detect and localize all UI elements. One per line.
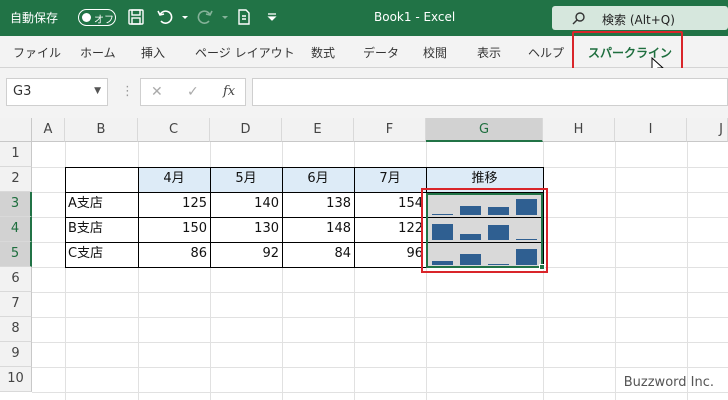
column-header-b[interactable]: B: [65, 118, 138, 142]
redo-icon[interactable]: [196, 8, 214, 26]
column-header-d[interactable]: D: [210, 118, 282, 142]
name-box-dropdown-icon[interactable]: ▼: [94, 86, 101, 96]
table-border: [65, 167, 543, 168]
tab-insert[interactable]: 挿入: [141, 44, 165, 61]
sparkline-highlight: [421, 188, 548, 273]
tab-file[interactable]: ファイル: [13, 44, 61, 61]
name-box-value: G3: [13, 84, 32, 99]
tab-home[interactable]: ホーム: [80, 44, 116, 61]
column-header-i[interactable]: I: [615, 118, 687, 142]
table-row-label[interactable]: A支店: [65, 192, 138, 217]
undo-dropdown-icon[interactable]: [176, 8, 188, 26]
table-border: [65, 167, 66, 268]
form-icon[interactable]: [235, 8, 253, 26]
formula-input[interactable]: [252, 78, 728, 106]
gridline: [32, 392, 728, 393]
customize-icon[interactable]: [263, 8, 277, 26]
table-cell[interactable]: 154: [354, 192, 426, 217]
table-header-may[interactable]: 5月: [210, 167, 282, 192]
formula-buttons: ✕ ✓ fx: [140, 78, 246, 106]
row-header-2[interactable]: 2: [0, 167, 32, 192]
table-row-label[interactable]: C支店: [65, 242, 138, 267]
redo-dropdown-icon[interactable]: [216, 8, 228, 26]
gridline: [615, 142, 616, 400]
cancel-icon[interactable]: ✕: [151, 84, 163, 100]
column-header-f[interactable]: F: [354, 118, 426, 142]
table-cell[interactable]: 92: [210, 242, 282, 267]
table-border: [354, 167, 355, 268]
row-header-5[interactable]: 5: [0, 242, 32, 267]
document-title: Book1 - Excel: [374, 10, 456, 24]
search-box[interactable]: 検索 (Alt+Q): [552, 6, 728, 30]
table-cell[interactable]: 86: [138, 242, 210, 267]
row-header-7[interactable]: 7: [0, 292, 32, 317]
insert-function-icon[interactable]: fx: [223, 84, 235, 99]
row-header-6[interactable]: 6: [0, 267, 32, 292]
column-header-g[interactable]: G: [426, 118, 543, 142]
row-header-10[interactable]: 10: [0, 367, 32, 392]
table-border: [282, 167, 283, 268]
autosave-label: 自動保存: [10, 11, 59, 25]
autosave-toggle-state: オフ: [94, 15, 114, 26]
table-header-jul[interactable]: 7月: [354, 167, 426, 192]
table-cell[interactable]: 150: [138, 217, 210, 242]
name-box[interactable]: G3 ▼: [6, 78, 108, 106]
formula-bar: G3 ▼ ⋮ ✕ ✓ fx: [0, 68, 728, 118]
tab-page-layout[interactable]: ページ レイアウト: [195, 44, 295, 61]
select-all-corner[interactable]: [0, 118, 32, 142]
watermark: Buzzword Inc.: [623, 375, 714, 390]
tab-formulas[interactable]: 数式: [311, 44, 335, 61]
column-header-j[interactable]: J: [687, 118, 728, 142]
formula-bar-separator: ⋮: [121, 84, 134, 99]
undo-icon[interactable]: [156, 8, 174, 26]
row-header-9[interactable]: 9: [0, 342, 32, 367]
tab-data[interactable]: データ: [363, 44, 399, 61]
gridline: [32, 292, 728, 293]
tab-help[interactable]: ヘルプ: [528, 44, 564, 61]
worksheet-grid[interactable]: A B C D E F G H I J 1 2 3 4 5 6 7 8 9 10…: [0, 118, 728, 400]
table-header-jun[interactable]: 6月: [282, 167, 354, 192]
tab-view[interactable]: 表示: [477, 44, 501, 61]
row-header-3[interactable]: 3: [0, 192, 32, 217]
gridline: [32, 317, 728, 318]
tab-review[interactable]: 校閲: [423, 44, 447, 61]
row-header-8[interactable]: 8: [0, 317, 32, 342]
table-cell[interactable]: 122: [354, 217, 426, 242]
row-header-1[interactable]: 1: [0, 142, 32, 167]
gridline: [687, 142, 688, 400]
fill-handle[interactable]: [539, 264, 545, 270]
table-cell[interactable]: 148: [282, 217, 354, 242]
enter-icon[interactable]: ✓: [187, 84, 199, 100]
toggle-knob: [82, 13, 91, 22]
table-header-apr[interactable]: 4月: [138, 167, 210, 192]
column-header-c[interactable]: C: [138, 118, 210, 142]
column-header-a[interactable]: A: [32, 118, 65, 142]
table-cell[interactable]: 125: [138, 192, 210, 217]
search-placeholder: 検索 (Alt+Q): [602, 13, 675, 27]
save-icon[interactable]: [127, 8, 145, 26]
table-cell[interactable]: 130: [210, 217, 282, 242]
table-cell[interactable]: 140: [210, 192, 282, 217]
row-header-4[interactable]: 4: [0, 217, 32, 242]
column-header-e[interactable]: E: [282, 118, 354, 142]
table-cell[interactable]: 84: [282, 242, 354, 267]
table-border: [210, 167, 211, 268]
gridline: [32, 367, 728, 368]
search-icon: [572, 12, 585, 25]
autosave-toggle[interactable]: オフ: [78, 9, 116, 26]
gridline: [32, 342, 728, 343]
table-cell[interactable]: 138: [282, 192, 354, 217]
table-border: [138, 167, 139, 268]
column-header-h[interactable]: H: [543, 118, 615, 142]
table-row-label[interactable]: B支店: [65, 217, 138, 242]
table-cell[interactable]: 96: [354, 242, 426, 267]
